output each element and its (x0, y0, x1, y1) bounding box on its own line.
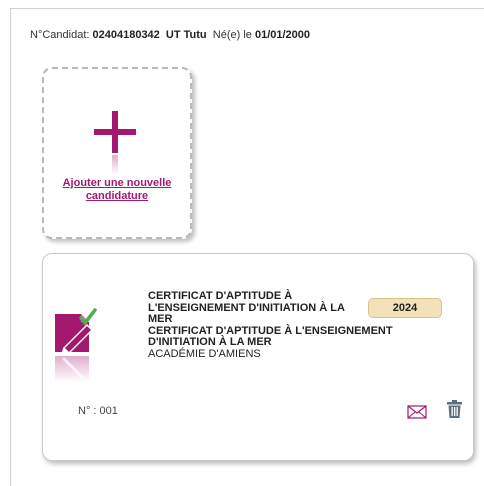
trash-icon[interactable] (446, 399, 463, 419)
year-badge: 2024 (368, 298, 442, 318)
certificate-edit-icon (53, 304, 103, 382)
candidature-title: CERTIFICAT D'APTITUDE À L'ENSEIGNEMENT D… (148, 290, 345, 325)
add-candidature-card[interactable]: Ajouter une nouvelle candidature (42, 67, 192, 239)
candidate-label: N°Candidat: (30, 29, 90, 41)
birth-date: 01/01/2000 (254, 29, 311, 41)
candidate-number: 02404180342 (92, 29, 160, 41)
plus-icon (94, 111, 136, 153)
envelope-icon[interactable] (407, 404, 427, 420)
candidate-info: N°Candidat: 02404180342 UT Tutu Né(e) le… (30, 29, 310, 41)
candidate-name: UT Tutu (165, 29, 207, 41)
candidature-academy: ACADÉMIE D'AMIENS (148, 347, 261, 360)
add-candidature-link[interactable]: Ajouter une nouvelle candidature (44, 177, 190, 203)
candidature-card[interactable]: CERTIFICAT D'APTITUDE À L'ENSEIGNEMENT D… (42, 253, 474, 461)
candidature-number: N° : 001 (78, 405, 118, 417)
candidature-subtitle: CERTIFICAT D'APTITUDE À L'ENSEIGNEMENT D… (148, 324, 393, 348)
birth-label: Né(e) le (212, 29, 252, 41)
plus-reflection (112, 155, 118, 175)
